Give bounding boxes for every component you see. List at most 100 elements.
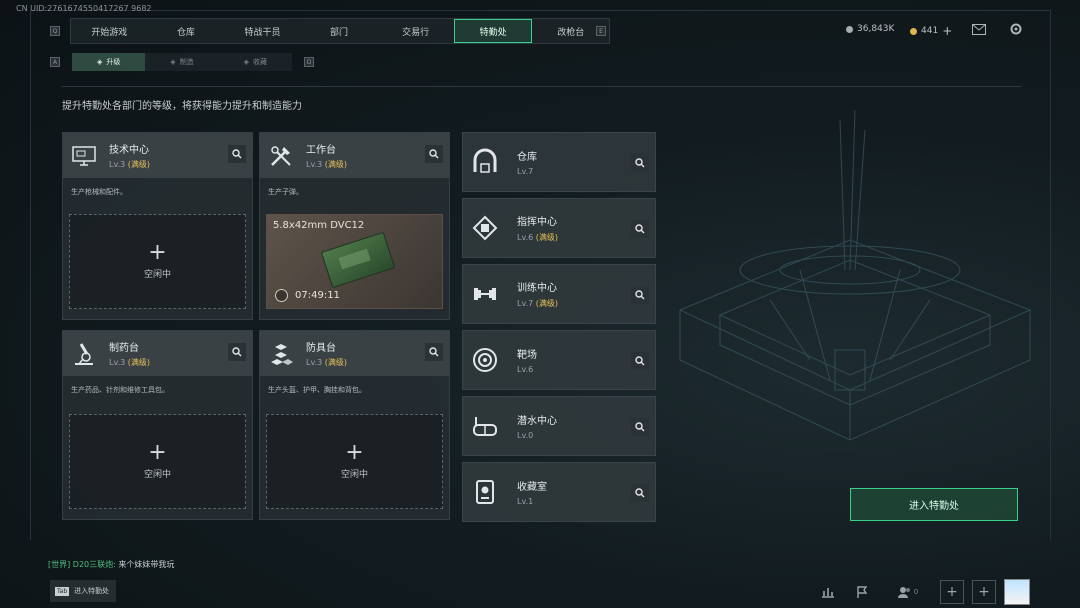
card-header: 制药台 Lv.3 (满级) [63,331,252,376]
idle-slot[interactable]: + 空闲中 [69,214,246,309]
flag-icon [857,586,868,598]
search-button[interactable] [631,484,649,502]
trophy-case-icon [476,480,494,504]
gold-currency: 441 + [910,24,952,38]
facility-collection-room[interactable]: 收藏室 Lv.1 [462,462,656,522]
silver-currency: 36,843K [846,24,894,34]
search-button[interactable] [631,352,649,370]
card-workbench: 工作台 Lv.3 (满级) 生产子弹。 5.8x42mm DVC12 07:49… [259,132,450,320]
invite-slot-1[interactable]: + [940,580,964,604]
search-icon [429,347,439,357]
facility-diving-center[interactable]: 潜水中心 Lv.0 [462,396,656,456]
search-icon [635,290,645,300]
top-nav: 开始游戏 仓库 特战干员 部门 交易行 特勤处 改枪台 [70,18,610,44]
search-button[interactable] [631,286,649,304]
plus-icon: + [148,240,167,265]
nav-tab-5[interactable]: 特勤处 [453,19,533,43]
facility-training-center[interactable]: 训练中心 Lv.7 (满级) [462,264,656,324]
collection-icon: ◈ [243,58,250,66]
nav-tab-4[interactable]: 交易行 [377,19,454,43]
silver-amount: 36,843K [857,24,895,34]
page-subtitle: 提升特勤处各部门的等级，将获得能力提升和制造能力 [62,101,302,112]
facility-name: 训练中心 [517,283,557,294]
flag-button[interactable] [852,582,872,602]
search-button[interactable] [228,145,246,163]
facility-shooting-range[interactable]: 靶场 Lv.6 [462,330,656,390]
subnav-tab-2[interactable]: ◈ 收藏 [219,53,292,71]
target-icon [473,348,497,372]
search-icon [232,347,242,357]
stats-button[interactable] [818,582,838,602]
card-description: 生产枪械和配件。 [71,188,127,196]
level-value: Lv.7 [517,299,534,308]
tab-enter-hint[interactable]: Tab 进入特勤处 [50,580,116,602]
nav-tab-0[interactable]: 开始游戏 [71,19,148,43]
facility-name: 仓库 [517,152,537,163]
mail-icon[interactable] [972,24,986,35]
card-name: 防具台 [306,343,336,354]
facility-command-center[interactable]: 指挥中心 Lv.6 (满级) [462,198,656,258]
subnav-label: 制造 [179,58,194,66]
product-name: 5.8x42mm DVC12 [273,220,365,231]
max-level-tag: (满级) [324,358,347,367]
add-gold-button[interactable]: + [942,24,952,38]
subnav-tab-0[interactable]: ◈ 升级 [72,53,146,71]
search-button[interactable] [631,220,649,238]
chat-sender: D20三联炮: [72,560,116,569]
nav-next-key[interactable]: E [596,26,606,36]
sub-nav: ◈ 升级 ◈ 制造 ◈ 收藏 [72,53,292,71]
search-button[interactable] [631,418,649,436]
level-value: Lv.1 [517,497,534,506]
search-icon [635,158,645,168]
subnav-tab-1[interactable]: ◈ 制造 [145,53,218,71]
subnav-label: 收藏 [253,58,268,66]
settings-gear-icon[interactable] [1009,22,1023,36]
nav-tab-1[interactable]: 仓库 [148,19,225,43]
search-button[interactable] [228,343,246,361]
card-name: 技术中心 [109,145,149,156]
max-level-tag: (满级) [535,299,558,308]
facility-warehouse[interactable]: 仓库 Lv.7 [462,132,656,192]
facility-name: 指挥中心 [517,217,557,228]
chat-line[interactable]: [世界] D20三联炮: 来个妹妹带我玩 [48,559,174,570]
search-icon [232,149,242,159]
header-divider [62,86,1022,87]
subnav-label: 升级 [106,58,121,66]
hud-line-left [30,10,31,540]
idle-slot[interactable]: + 空闲中 [69,414,246,509]
microscope-icon [75,342,93,365]
search-button[interactable] [631,154,649,172]
facility-level: Lv.6 [517,365,537,374]
nav-tab-3[interactable]: 部门 [301,19,378,43]
search-icon [635,488,645,498]
search-button[interactable] [425,145,443,163]
chart-icon [822,588,834,598]
search-icon [635,356,645,366]
armor-boxes-icon [271,343,293,365]
diving-mask-icon [473,417,497,436]
card-level: Lv.3 (满级) [306,159,347,170]
nav-prev-key[interactable]: Q [50,26,60,36]
enter-special-ops-button[interactable]: 进入特勤处 [850,488,1018,521]
card-level: Lv.3 (满级) [306,357,347,368]
production-slot[interactable]: 5.8x42mm DVC12 07:49:11 [266,214,443,309]
plus-icon: + [345,440,364,465]
silver-coin-icon [846,25,853,33]
friends-button[interactable]: 0 [894,582,922,602]
subnav-next-key[interactable]: D [304,57,314,67]
card-tech-center: 技术中心 Lv.3 (满级) 生产枪械和配件。 + 空闲中 [62,132,253,320]
invite-slot-2[interactable]: + [972,580,996,604]
search-button[interactable] [425,343,443,361]
hud-line-top [30,10,1050,11]
search-icon [429,149,439,159]
ammo-box-image [320,231,396,289]
facility-hologram [678,109,1032,441]
player-avatar[interactable] [1004,579,1030,605]
facility-level: Lv.7 [517,167,537,176]
idle-label: 空闲中 [143,270,171,280]
nav-tab-2[interactable]: 特战干员 [224,19,301,43]
subnav-prev-key[interactable]: A [50,57,60,67]
idle-slot[interactable]: + 空闲中 [266,414,443,509]
user-id: CN UID:2761674550417267 9682 [16,4,152,13]
tab-hint-label: 进入特勤处 [74,587,110,595]
